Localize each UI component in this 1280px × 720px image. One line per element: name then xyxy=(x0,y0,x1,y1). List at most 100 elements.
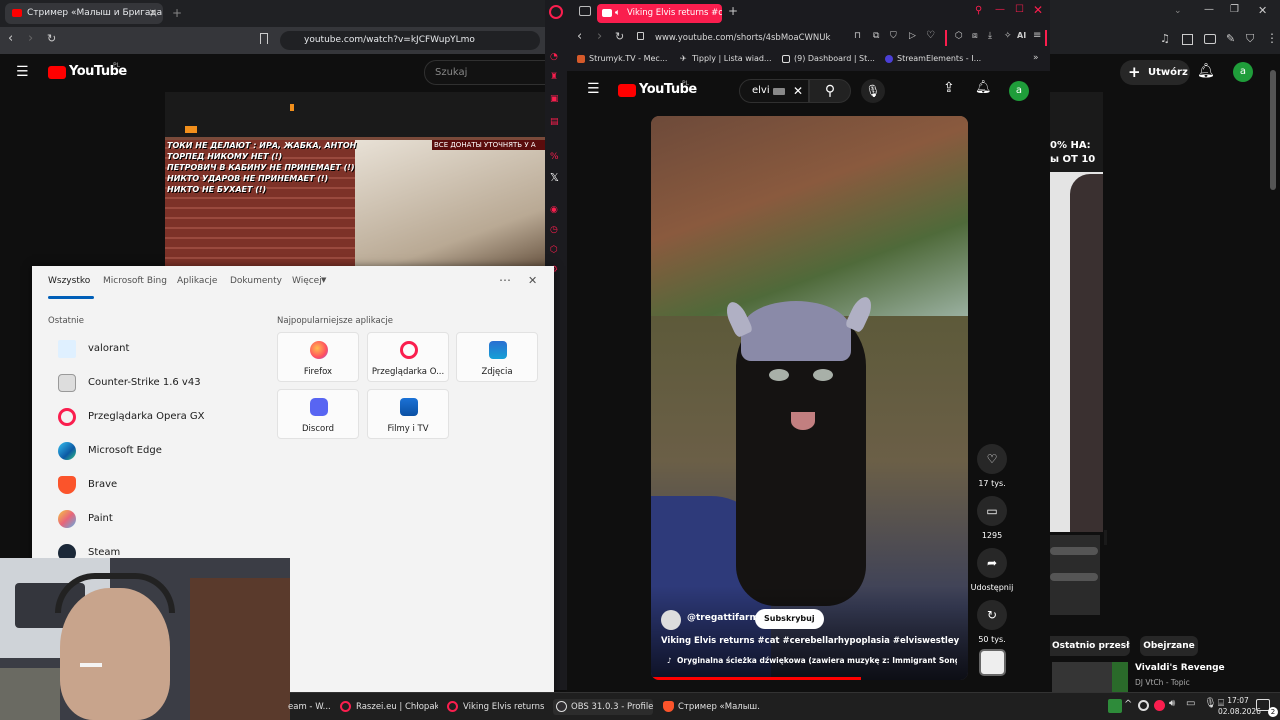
tray-chevron-icon[interactable]: ^ xyxy=(1124,699,1132,710)
youtube-logo-icon[interactable] xyxy=(48,66,66,79)
gx-corner-icon[interactable]: ♜ xyxy=(550,72,558,82)
rec-thumbnail[interactable] xyxy=(1052,662,1128,692)
short-progress[interactable] xyxy=(651,677,861,680)
extensions-icon[interactable]: ⬡ xyxy=(550,245,558,255)
tray-app-icon[interactable] xyxy=(1108,699,1122,713)
like-action[interactable]: ♡ 17 tys. xyxy=(972,444,1012,488)
minimize-icon[interactable]: — xyxy=(1204,4,1214,15)
stream-video[interactable]: ТОКИ НЕ ДЕЛАЮТ : ИРА, ЖАБКА, АНТОН ТОРПЕ… xyxy=(165,92,545,267)
bookmark-icon[interactable] xyxy=(260,33,268,44)
gx-control-icon[interactable]: ◔ xyxy=(550,52,558,62)
taskbar-item-viking[interactable]: Viking Elvis returns ... xyxy=(445,699,545,715)
forward-icon[interactable]: › xyxy=(597,29,602,44)
create-button[interactable]: + Utwórz xyxy=(1120,60,1190,85)
notifications-icon[interactable]: 🔔︎ xyxy=(1197,63,1215,79)
right-video-preview[interactable]: 0% НА: ы ОТ 10 xyxy=(1050,92,1103,532)
back-icon[interactable]: ‹ xyxy=(577,29,582,44)
recent-app-counter-strike[interactable]: Counter-Strike 1.6 v43 xyxy=(50,368,260,398)
reload-icon[interactable]: ↻ xyxy=(47,32,56,45)
extensions-icon[interactable]: ⬡ xyxy=(955,31,963,41)
youtube-logo-icon[interactable] xyxy=(618,84,636,97)
history-icon[interactable]: ◷ xyxy=(550,225,558,235)
tray-circle-icon[interactable] xyxy=(1138,700,1149,711)
shield-icon[interactable]: ⛉ xyxy=(1246,32,1254,46)
left-url-field[interactable]: youtube.com/watch?v=kJCFWupYLmo xyxy=(280,31,540,50)
forward-icon[interactable]: › xyxy=(28,31,33,46)
x-twitter-icon[interactable]: 𝕏 xyxy=(550,171,559,184)
share-action[interactable]: ➦ Udostępnij xyxy=(968,548,1016,592)
close-tab-icon[interactable]: ✕ xyxy=(149,3,157,24)
wallet-icon[interactable] xyxy=(1204,34,1216,44)
bookmark-item[interactable]: ✈ Tipply | Lista wiad... xyxy=(680,54,772,63)
taskbar-item-stream[interactable]: Стример «Малыш... xyxy=(660,699,760,715)
comment-icon[interactable]: ▭ xyxy=(977,496,1007,526)
channel-name[interactable]: @tregattifarms xyxy=(687,613,764,623)
opera-active-tab[interactable]: 🔈︎ Viking Elvis returns #ca xyxy=(597,4,722,23)
bookmark-item[interactable]: StreamElements - I... xyxy=(885,54,985,63)
comment-action[interactable]: ▭ 1295 xyxy=(972,496,1012,540)
avatar[interactable]: a xyxy=(1233,62,1253,82)
recent-app-brave[interactable]: Brave xyxy=(50,470,260,500)
clock[interactable]: 17:07 02.08.2026 xyxy=(1218,695,1261,717)
short-title[interactable]: Viking Elvis returns #cat #cerebellarhyp… xyxy=(661,636,961,646)
new-tab-icon[interactable]: + xyxy=(728,4,738,18)
search-button[interactable]: ⚲ xyxy=(809,79,851,103)
snapshot-icon[interactable]: ⧈ xyxy=(972,31,978,41)
search-tabs-icon[interactable]: ⚲ xyxy=(975,5,982,16)
audio-icon[interactable]: 🔈︎ xyxy=(615,4,620,23)
snapshot-icon[interactable]: ⧉ xyxy=(873,31,879,41)
tab-documents[interactable]: Dokumenty xyxy=(230,276,282,286)
tile-firefox[interactable]: Firefox xyxy=(277,332,359,382)
messenger-icon[interactable]: ▤ xyxy=(550,117,559,127)
close-icon[interactable]: ✕ xyxy=(528,274,537,287)
short-audio[interactable]: ♪ Oryginalna ścieżka dźwiękowa (zawiera … xyxy=(667,656,957,665)
left-browser-tab[interactable]: Стример «Малыш и Бригада» ✕ xyxy=(5,3,163,24)
remix-action[interactable]: ↻ 50 tys. xyxy=(972,600,1012,644)
tab-apps[interactable]: Aplikacje xyxy=(177,276,217,286)
more-options-icon[interactable]: ⋯ xyxy=(499,273,511,287)
channel-avatar[interactable] xyxy=(661,610,681,630)
scrollbar[interactable] xyxy=(1270,70,1276,190)
like-icon[interactable]: ♡ xyxy=(977,444,1007,474)
tile-photos[interactable]: Zdjęcia xyxy=(456,332,538,382)
taskbar-item-steam[interactable]: eam - W... xyxy=(288,699,334,715)
play-icon[interactable]: ▷ xyxy=(909,31,916,41)
pin-icon[interactable]: ⊓ xyxy=(854,31,861,41)
maximize-icon[interactable]: ☐ xyxy=(1015,4,1024,15)
tile-discord[interactable]: Discord xyxy=(277,389,359,439)
short-video-player[interactable]: @tregattifarms Subskrybuj Viking Elvis r… xyxy=(651,116,968,680)
close-window-icon[interactable]: ✕ xyxy=(1033,3,1043,17)
close-window-icon[interactable]: ✕ xyxy=(1258,4,1267,17)
reload-icon[interactable]: ↻ xyxy=(615,30,624,43)
microphone-icon[interactable]: 🎙︎ xyxy=(1204,698,1217,709)
volume-icon[interactable]: 🔊︎ xyxy=(1169,698,1175,709)
aria-ai-icon[interactable]: AI xyxy=(1017,31,1026,40)
bookmark-item[interactable]: Strumyk.TV - Mec... xyxy=(577,54,667,63)
player-icon[interactable]: ◉ xyxy=(550,205,558,215)
recent-app-paint[interactable]: Paint xyxy=(50,504,260,534)
chevron-down-icon[interactable]: ▼ xyxy=(321,276,326,284)
restore-icon[interactable]: ❐ xyxy=(1230,4,1239,15)
search-input[interactable]: elvi ✕ xyxy=(739,79,809,103)
share-icon[interactable]: ➦ xyxy=(977,548,1007,578)
keyboard-icon[interactable] xyxy=(773,88,785,95)
opera-url-field[interactable]: www.youtube.com/shorts/4sbMoaCWNUk xyxy=(655,27,855,49)
avatar[interactable]: a xyxy=(1009,81,1029,101)
rec-channel[interactable]: DJ VtCh - Topic xyxy=(1135,678,1190,687)
taskbar-item-obs[interactable]: OBS 31.0.3 - Profile:... xyxy=(553,699,653,715)
upload-icon[interactable]: ⇪ xyxy=(943,80,955,96)
new-tab-icon[interactable]: + xyxy=(172,6,182,20)
taskbar-item-raszei[interactable]: Raszei.eu | Chłopak... xyxy=(338,699,438,715)
subscribe-button[interactable]: Subskrybuj xyxy=(755,609,824,629)
left-search-input[interactable]: Szukaj xyxy=(424,60,545,85)
tile-opera[interactable]: Przeglądarka O... xyxy=(367,332,449,382)
shield-icon[interactable]: ⛉ xyxy=(890,31,897,41)
tab-more[interactable]: Więcej xyxy=(292,276,322,286)
battery-icon[interactable]: ▭ xyxy=(1186,698,1195,709)
recent-app-edge[interactable]: Microsoft Edge xyxy=(50,436,260,466)
bookmarks-overflow-icon[interactable]: » xyxy=(1033,53,1039,63)
back-icon[interactable]: ‹ xyxy=(8,31,13,46)
chip-watched[interactable]: Obejrzane xyxy=(1140,636,1198,656)
tab-bing[interactable]: Microsoft Bing xyxy=(103,276,167,286)
menu-icon[interactable]: ☰ xyxy=(587,81,600,97)
